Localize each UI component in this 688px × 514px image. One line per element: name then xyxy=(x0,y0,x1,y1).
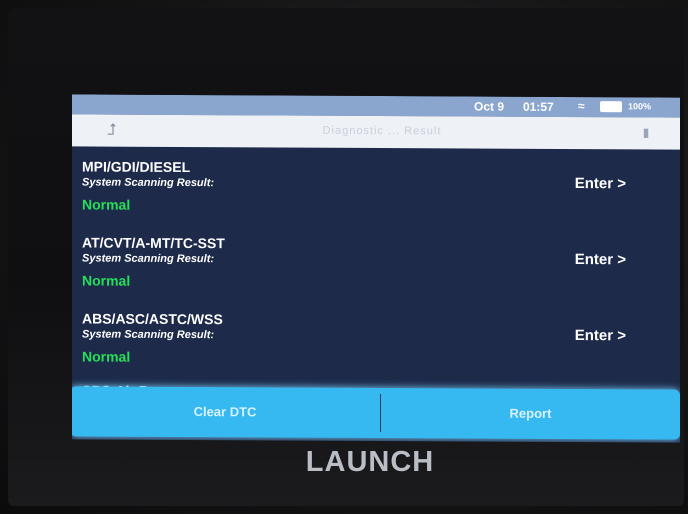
clear-dtc-button[interactable]: Clear DTC xyxy=(72,386,380,438)
system-row-at[interactable]: AT/CVT/A-MT/TC-SST System Scanning Resul… xyxy=(72,222,680,301)
scan-result-label: System Scanning Result: xyxy=(82,328,215,342)
wifi-icon: ≈ xyxy=(578,99,585,114)
system-name: MPI/GDI/DIESEL xyxy=(82,158,191,176)
enter-button[interactable]: Enter > xyxy=(575,175,626,192)
scan-status: Normal xyxy=(82,196,131,213)
battery-level: 100% xyxy=(628,101,652,112)
report-button[interactable]: Report xyxy=(381,388,680,440)
back-arrow-icon[interactable]: ⮥ xyxy=(100,121,124,141)
scan-status: Normal xyxy=(82,272,131,289)
scan-result-label: System Scanning Result: xyxy=(82,252,215,266)
status-time: 01:57 xyxy=(523,99,554,114)
battery-icon xyxy=(600,101,622,113)
system-name: ABS/ASC/ASTC/WSS xyxy=(82,310,223,328)
status-date: Oct 9 xyxy=(474,99,505,114)
enter-button[interactable]: Enter > xyxy=(575,327,626,344)
system-name: AT/CVT/A-MT/TC-SST xyxy=(82,234,225,252)
scan-status: Normal xyxy=(82,348,131,365)
menu-icon[interactable]: ▮ xyxy=(638,125,654,141)
title-bar: ⮥ Diagnostic ... Result ▮ xyxy=(72,114,680,150)
bottom-action-bar: Clear DTC Report xyxy=(72,386,680,440)
system-row-mpi[interactable]: MPI/GDI/DIESEL System Scanning Result: N… xyxy=(72,146,680,225)
system-row-abs[interactable]: ABS/ASC/ASTC/WSS System Scanning Result:… xyxy=(72,298,680,377)
device-screen: Oct 9 01:57 ≈ 100% ⮥ Diagnostic ... Resu… xyxy=(72,94,680,443)
enter-button[interactable]: Enter > xyxy=(575,251,626,268)
page-title: Diagnostic ... Result xyxy=(322,124,442,138)
brand-logo: LAUNCH xyxy=(305,446,435,478)
scan-result-label: System Scanning Result: xyxy=(82,176,215,190)
